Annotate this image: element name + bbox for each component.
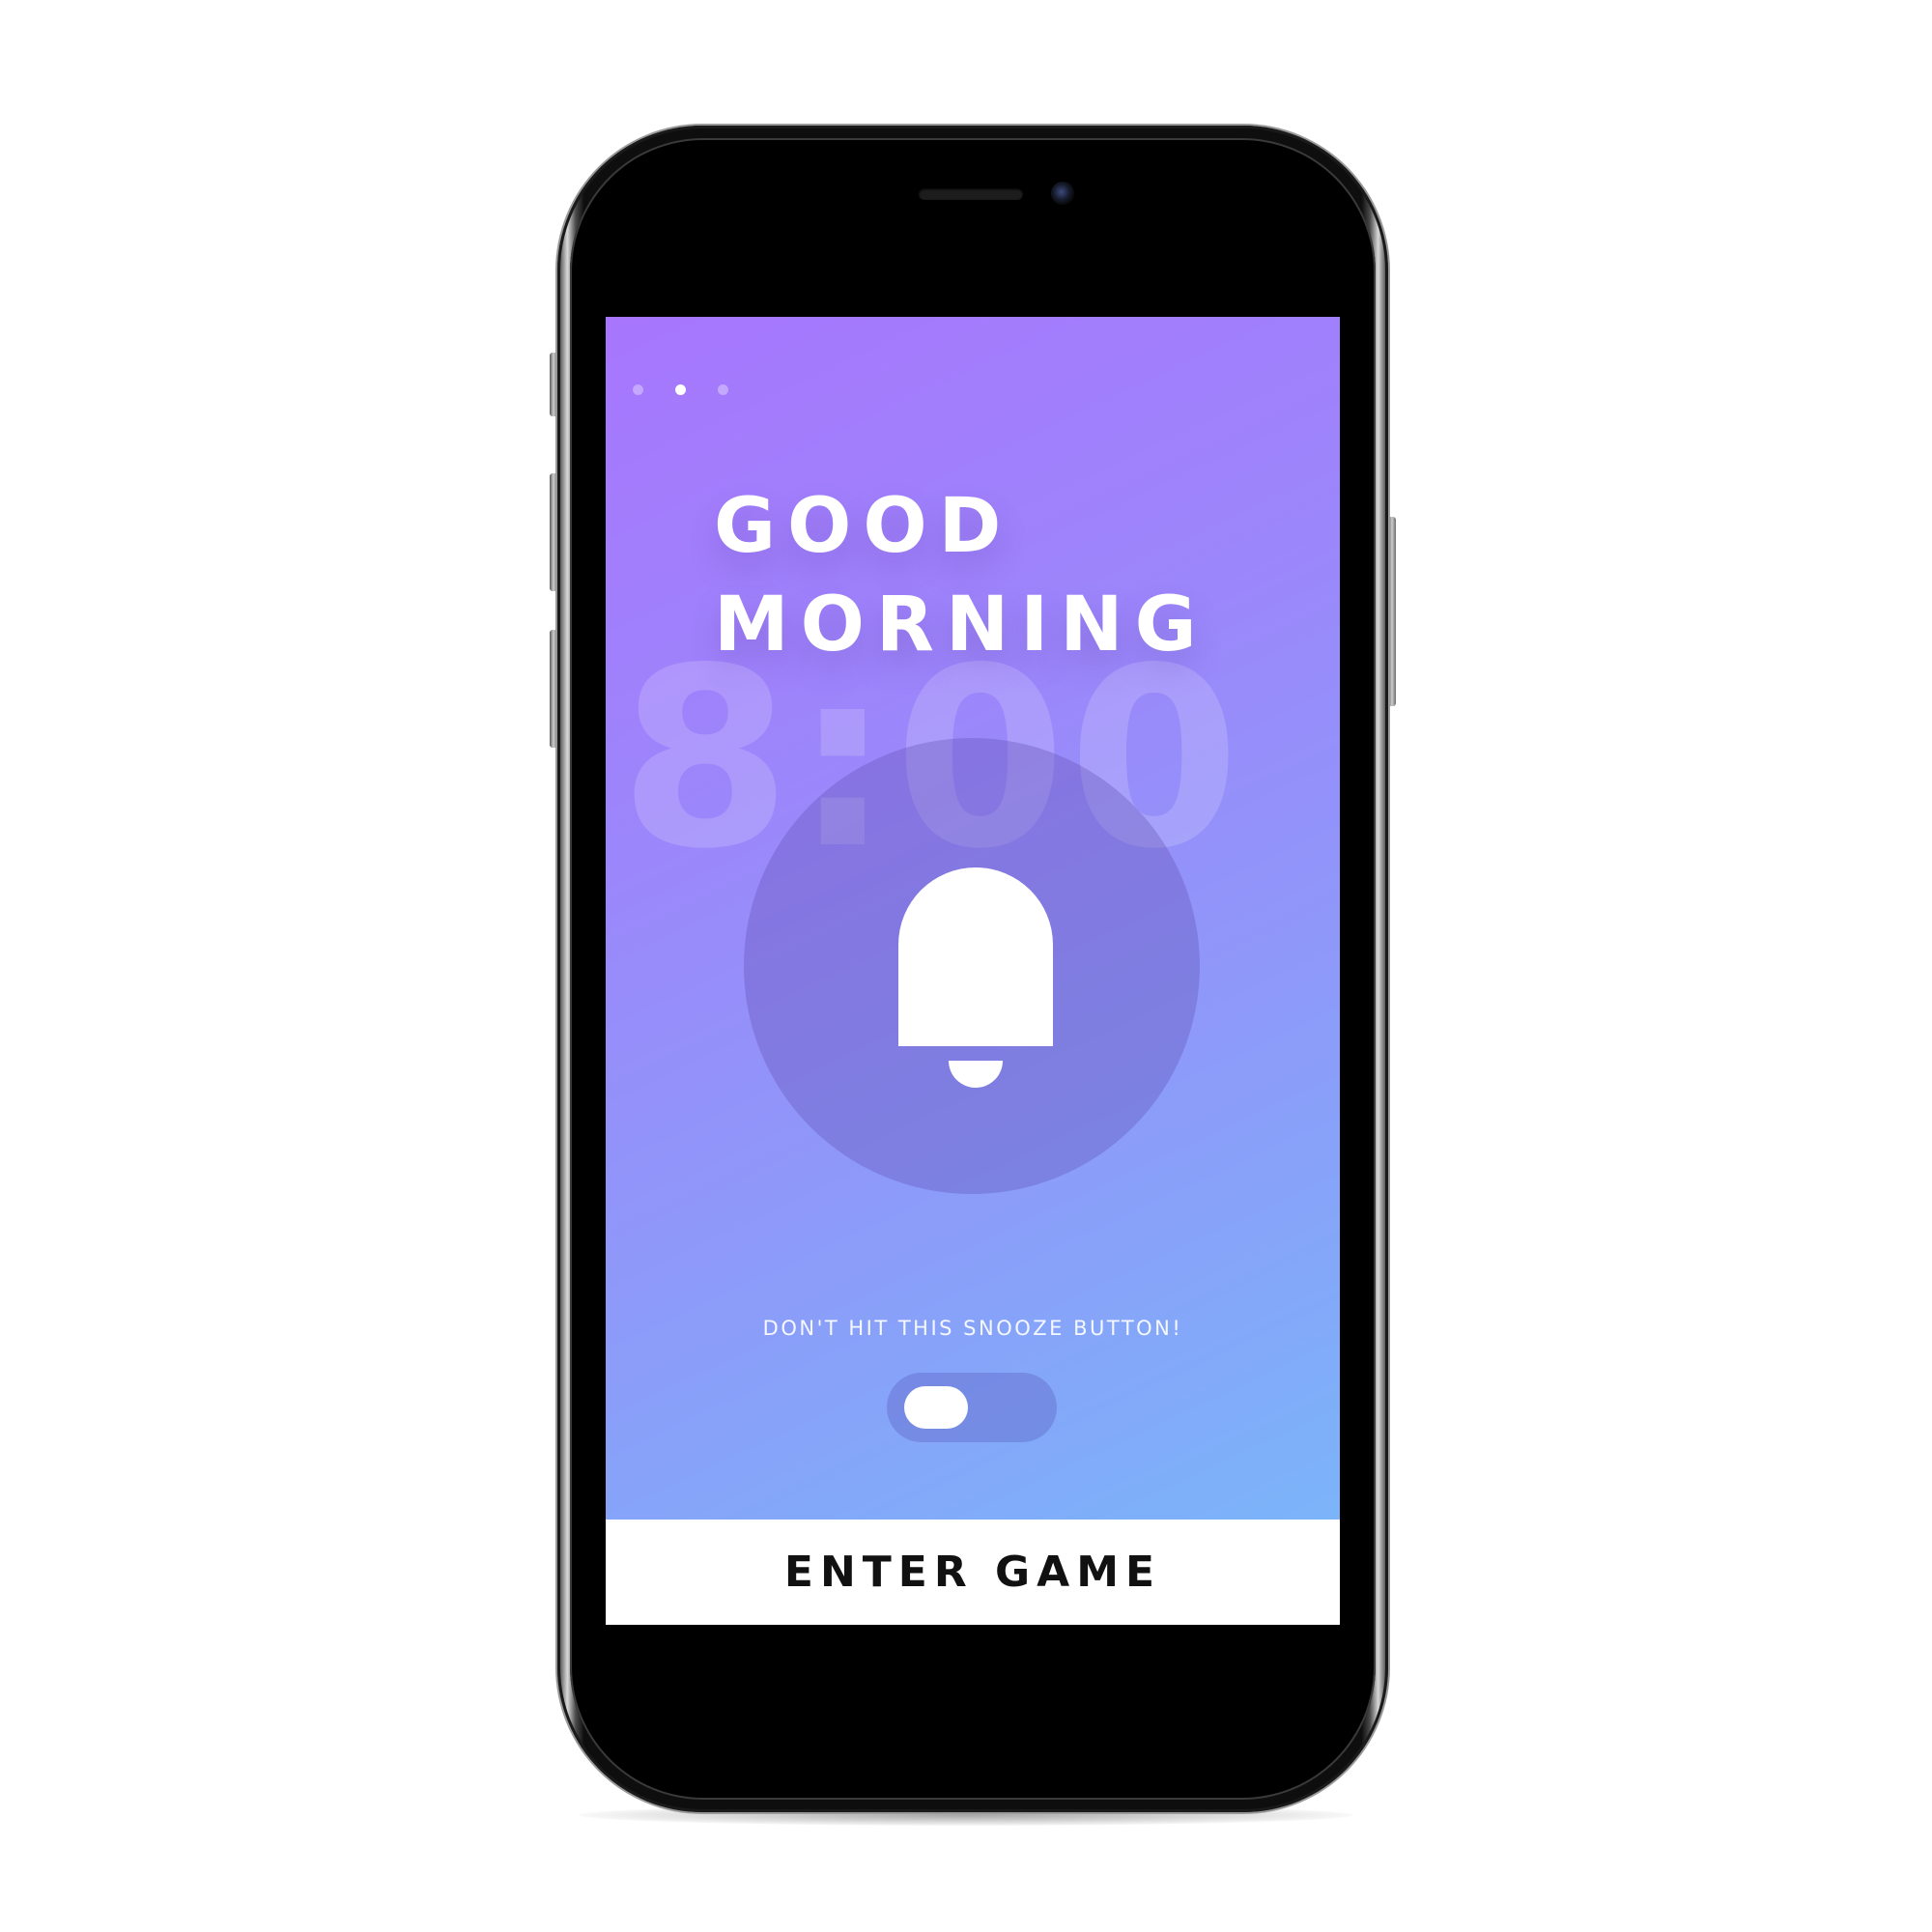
volume-up-button: [550, 473, 557, 591]
front-camera-icon: [1051, 182, 1074, 205]
silent-switch: [550, 353, 557, 416]
page-indicator: [633, 384, 728, 395]
snooze-warning-text: DON'T HIT THIS SNOOZE BUTTON!: [762, 1317, 1183, 1340]
power-button: [1388, 517, 1396, 706]
phone-screen: 8:00 GOOD MORNING DON'T HIT THIS SNOOZE …: [606, 317, 1340, 1625]
app-background: 8:00 GOOD MORNING DON'T HIT THIS SNOOZE …: [606, 317, 1340, 1520]
greeting-line-2: MORNING: [714, 582, 1208, 668]
earpiece-speaker: [919, 188, 1023, 200]
bell-icon: [898, 867, 1053, 1088]
page-dot-3[interactable]: [718, 384, 728, 395]
volume-down-button: [550, 630, 557, 748]
greeting-line-1: GOOD: [714, 483, 1013, 570]
page-dot-2-active[interactable]: [675, 384, 686, 395]
snooze-toggle[interactable]: [887, 1373, 1057, 1442]
page-dot-1[interactable]: [633, 384, 643, 395]
greeting-title: GOOD MORNING: [714, 477, 1208, 674]
canvas: 8:00 GOOD MORNING DON'T HIT THIS SNOOZE …: [0, 0, 1932, 1932]
toggle-knob[interactable]: [904, 1386, 968, 1429]
enter-game-button[interactable]: ENTER GAME: [606, 1520, 1340, 1625]
